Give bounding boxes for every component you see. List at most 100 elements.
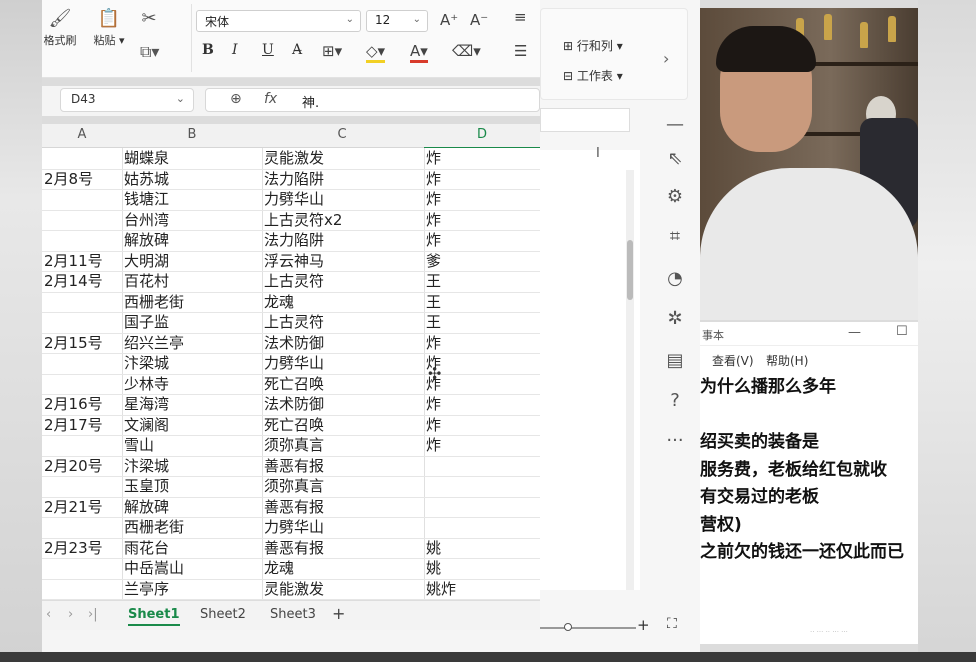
settings-icon[interactable]: ⚙	[662, 184, 688, 210]
rows-cols-button[interactable]: ⊞ 行和列 ▾	[563, 37, 623, 54]
table-row[interactable]: 2月14号 百花村 上古灵符 王	[42, 271, 540, 293]
cell-note[interactable]: 炸	[426, 189, 441, 209]
font-color-icon[interactable]: A▾	[410, 42, 428, 63]
cell-place[interactable]: 钱塘江	[124, 189, 169, 209]
cell-place[interactable]: 解放碑	[124, 230, 169, 250]
column-header-a[interactable]: A	[42, 127, 122, 142]
cell-date[interactable]: 2月20号	[44, 456, 103, 476]
cell-place[interactable]: 玉皇顶	[124, 476, 169, 496]
table-row[interactable]: 西栅老街 龙魂 王	[42, 292, 540, 313]
table-row[interactable]: 2月23号 雨花台 善恶有报 姚	[42, 538, 540, 559]
column-header-c[interactable]: C	[262, 127, 422, 142]
expand-icon[interactable]: ⛶	[667, 616, 677, 632]
cell-place[interactable]: 西栅老街	[124, 517, 184, 537]
cell-note[interactable]: 姚炸	[426, 579, 456, 599]
nav-last-icon[interactable]: ›|	[88, 607, 98, 622]
cell-place[interactable]: 解放碑	[124, 497, 169, 517]
cell-note[interactable]: 王	[426, 271, 441, 291]
table-row[interactable]: 少林寺 死亡召唤炸	[42, 374, 540, 395]
cell-place[interactable]: 蝴蝶泉	[124, 148, 169, 168]
align-icon[interactable]: ☰	[514, 42, 527, 60]
cell-note[interactable]: 炸	[426, 148, 441, 168]
fx-icon[interactable]: fx	[264, 91, 277, 107]
minus-icon[interactable]: —	[662, 112, 688, 138]
cell-item[interactable]: 灵能激发	[264, 148, 324, 168]
table-row[interactable]: 国子监 上古灵符 王	[42, 312, 540, 334]
cell-place[interactable]: 少林寺	[124, 374, 169, 394]
table-row[interactable]: 2月17号 文澜阁 死亡召唤 炸	[42, 415, 540, 436]
underline-button[interactable]: U	[262, 42, 274, 58]
paste-button[interactable]: 📋 粘贴 ▾	[86, 6, 132, 48]
minimize-icon[interactable]: —	[848, 325, 861, 340]
cell-item[interactable]: 力劈华山	[264, 353, 324, 373]
fill-color-icon[interactable]: ◇▾	[366, 42, 386, 63]
cell-note[interactable]: 炸	[426, 169, 441, 189]
worksheet-button[interactable]: ⊟ 工作表 ▾	[563, 67, 623, 84]
cell-date[interactable]: 2月17号	[44, 415, 103, 435]
cell-item[interactable]: 法力陷阱	[264, 230, 324, 250]
cell-item[interactable]: 法力陷阱	[264, 169, 324, 189]
table-row[interactable]: 玉皇顶 须弥真言	[42, 476, 540, 498]
cell-place[interactable]: 国子监	[124, 312, 169, 332]
cell-date[interactable]: 2月16号	[44, 394, 103, 414]
table-row[interactable]: 雪山 须弥真言 炸	[42, 435, 540, 457]
cell-item[interactable]: 须弥真言	[264, 435, 324, 455]
chevron-right-icon[interactable]: ›	[663, 49, 669, 68]
more-icon[interactable]: ···	[662, 428, 688, 454]
spreadsheet-grid[interactable]: 蝴蝶泉 灵能激发炸 2月8号 姑苏城 法力陷阱炸钱塘江 力劈华山炸台州湾 上古灵符x2 炸解放…	[42, 148, 540, 600]
menu-view[interactable]: 查看(V)	[712, 352, 754, 369]
book-icon[interactable]: ▤	[662, 348, 688, 374]
cell-item[interactable]: 善恶有报	[264, 456, 324, 476]
zoom-thumb[interactable]	[564, 623, 572, 631]
secondary-input[interactable]	[540, 108, 630, 132]
cell-date[interactable]: 2月21号	[44, 497, 103, 517]
table-row[interactable]: 2月8号 姑苏城 法力陷阱 炸	[42, 169, 540, 190]
cell-date[interactable]: 2月15号	[44, 333, 103, 353]
table-row[interactable]: 蝴蝶泉 灵能激发 炸	[42, 148, 540, 170]
cell-place[interactable]: 雪山	[124, 435, 154, 455]
cell-place[interactable]: 兰亭序	[124, 579, 169, 599]
cell-item[interactable]: 上古灵符	[264, 271, 324, 291]
cell-item[interactable]: 须弥真言	[264, 476, 324, 496]
cell-date[interactable]: 2月11号	[44, 251, 103, 271]
cell-date[interactable]: 2月8号	[44, 169, 93, 189]
cell-item[interactable]: 法术防御	[264, 333, 324, 353]
scrollbar-thumb[interactable]	[627, 240, 633, 300]
cell-date[interactable]: 2月14号	[44, 271, 103, 291]
format-painter-button[interactable]: 🖌 格式刷	[42, 6, 78, 48]
cursor-select-icon[interactable]: ⇖	[662, 146, 688, 172]
secondary-grid[interactable]: I	[540, 146, 640, 590]
cell-item[interactable]: 龙魂	[264, 292, 294, 312]
tools-icon[interactable]: ✲	[662, 306, 688, 332]
table-row[interactable]: 2月15号 绍兴兰亭 法术防御 炸	[42, 333, 540, 354]
table-row[interactable]: 2月20号 汴梁城 善恶有报	[42, 456, 540, 477]
cell-place[interactable]: 绍兴兰亭	[124, 333, 184, 353]
cell-note[interactable]: 炸	[426, 230, 441, 250]
bold-button[interactable]: B	[202, 42, 214, 58]
cell-note[interactable]: 王	[426, 292, 441, 312]
cell-item[interactable]: 善恶有报	[264, 497, 324, 517]
cell-place[interactable]: 台州湾	[124, 210, 169, 230]
cell-item[interactable]: 龙魂	[264, 558, 294, 578]
cell-item[interactable]: 灵能激发	[264, 579, 324, 599]
zoom-in-icon[interactable]: +	[637, 616, 650, 634]
cut-button[interactable]: ✂	[136, 6, 162, 32]
table-row[interactable]: 解放碑 法力陷阱 炸	[42, 230, 540, 252]
grow-font-button[interactable]: A⁺	[440, 11, 458, 29]
cell-place[interactable]: 大明湖	[124, 251, 169, 271]
tab-sheet2[interactable]: Sheet2	[200, 607, 246, 622]
cell-place[interactable]: 星海湾	[124, 394, 169, 414]
cell-note[interactable]: 爹	[426, 251, 441, 271]
cell-item[interactable]: 力劈华山	[264, 517, 324, 537]
cell-item[interactable]: 善恶有报	[264, 538, 324, 558]
scrollbar[interactable]	[626, 170, 634, 590]
tab-sheet3[interactable]: Sheet3	[270, 607, 316, 622]
column-header-d[interactable]: D	[424, 127, 540, 149]
add-sheet-button[interactable]: +	[332, 604, 345, 623]
italic-button[interactable]: I	[232, 42, 238, 58]
table-row[interactable]: 2月21号 解放碑 善恶有报	[42, 497, 540, 518]
cell-note[interactable]: 炸	[426, 394, 441, 414]
table-row[interactable]: 台州湾 上古灵符x2 炸	[42, 210, 540, 231]
cell-note[interactable]: 姚	[426, 538, 441, 558]
table-row[interactable]: 2月16号 星海湾 法术防御 炸	[42, 394, 540, 416]
